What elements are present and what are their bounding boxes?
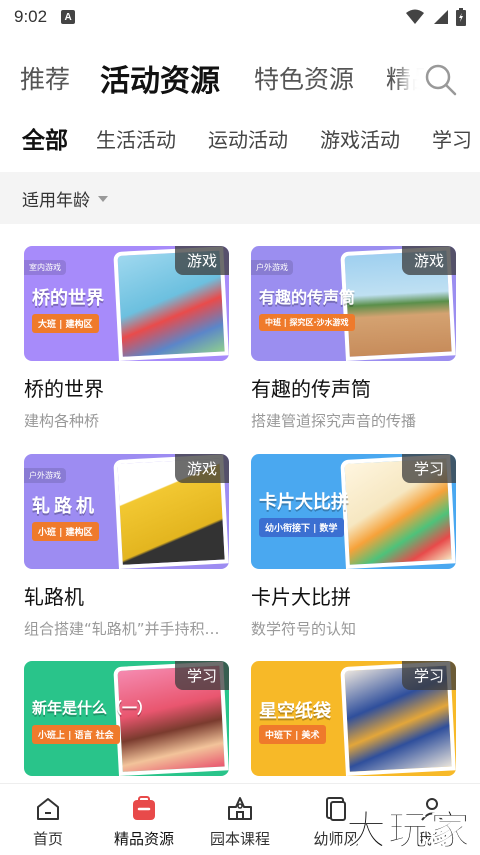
wifi-icon <box>406 9 424 24</box>
bag-icon <box>129 794 159 824</box>
top-category-tabs: 推荐 活动资源 特色资源 精品 <box>0 50 480 106</box>
resource-card[interactable]: 新年是什么（一） 小班上 | 语言 社会 学习 <box>24 661 229 776</box>
card-description: 建构各种桥 <box>24 412 100 430</box>
card-title: 卡片大比拼 <box>251 585 351 609</box>
subtab-sport[interactable]: 运动活动 <box>208 114 288 162</box>
age-filter-label: 适用年龄 <box>22 190 90 211</box>
nav-school-curriculum[interactable]: 园本课程 <box>192 784 288 855</box>
nav-label: 幼师风 <box>313 830 359 848</box>
poster-tag: 小班上 | 语言 社会 <box>32 725 120 744</box>
notification-icon: A <box>61 10 76 24</box>
poster-title: 新年是什么（一） <box>32 699 153 717</box>
nav-label: 我的 <box>416 830 447 848</box>
card-thumbnail: 户外游戏 轧路机 小班 | 建构区 游戏 <box>24 454 229 569</box>
type-badge: 游戏 <box>175 454 229 483</box>
card-thumbnail: 新年是什么（一） 小班上 | 语言 社会 学习 <box>24 661 229 776</box>
type-badge: 游戏 <box>402 246 456 275</box>
poster-corner-label: 户外游戏 <box>24 468 66 483</box>
card-thumbnail: 室内游戏 桥的世界 大班 | 建构区 游戏 <box>24 246 229 361</box>
resource-card[interactable]: 星空纸袋 中班下 | 美术 学习 <box>251 661 456 776</box>
poster-title: 星空纸袋 <box>259 701 331 722</box>
poster-title: 桥的世界 <box>32 288 104 309</box>
resource-card[interactable]: 户外游戏 有趣的传声筒 中班 | 探究区·沙水游戏 游戏 有趣的传声筒 搭建管道… <box>251 246 456 431</box>
poster-corner-label: 户外游戏 <box>251 260 293 275</box>
tab-activity-resources[interactable]: 活动资源 <box>100 50 220 106</box>
tab-featured-resources[interactable]: 特色资源 <box>254 50 354 106</box>
poster-tag: 中班下 | 美术 <box>259 725 326 744</box>
battery-icon <box>456 8 466 26</box>
user-icon <box>417 794 447 824</box>
resource-card[interactable]: 卡片大比拼 幼小衔接下 | 数学 学习 卡片大比拼 数学符号的认知 <box>251 454 456 639</box>
subtab-game[interactable]: 游戏活动 <box>320 114 400 162</box>
status-time: 9:02 <box>14 7 48 26</box>
card-title: 有趣的传声筒 <box>251 377 371 401</box>
search-icon <box>425 64 457 96</box>
nav-premium-resources[interactable]: 精品资源 <box>96 784 192 855</box>
nav-mine[interactable]: 我的 <box>384 784 480 855</box>
card-title: 桥的世界 <box>24 377 104 401</box>
poster-tag: 幼小衔接下 | 数学 <box>259 518 344 537</box>
status-icons <box>406 8 466 26</box>
card-thumbnail: 户外游戏 有趣的传声筒 中班 | 探究区·沙水游戏 游戏 <box>251 246 456 361</box>
nav-label: 精品资源 <box>113 830 174 848</box>
nav-teacher[interactable]: 幼师风 <box>288 784 384 855</box>
signal-icon <box>434 10 448 24</box>
subtab-study[interactable]: 学习 <box>432 114 472 162</box>
school-icon <box>225 794 255 824</box>
poster-tag: 小班 | 建构区 <box>32 522 99 541</box>
card-thumbnail: 卡片大比拼 幼小衔接下 | 数学 学习 <box>251 454 456 569</box>
tab-recommend[interactable]: 推荐 <box>20 50 70 106</box>
poster-corner-label: 室内游戏 <box>24 260 66 275</box>
card-title: 轧路机 <box>24 585 84 609</box>
bottom-navigation: 首页 精品资源 园本课程 幼师风 我的 <box>0 783 480 855</box>
poster-title: 轧路机 <box>32 496 98 517</box>
home-icon <box>33 794 63 824</box>
nav-label: 首页 <box>32 830 63 848</box>
book-icon <box>321 794 351 824</box>
search-button[interactable] <box>424 63 458 97</box>
type-badge: 学习 <box>402 661 456 690</box>
sub-category-tabs: 全部 生活活动 运动活动 游戏活动 学习 <box>0 114 480 162</box>
resource-card[interactable]: 室内游戏 桥的世界 大班 | 建构区 游戏 桥的世界 建构各种桥 <box>24 246 229 431</box>
caret-down-icon <box>98 196 108 202</box>
subtab-all[interactable]: 全部 <box>22 114 68 162</box>
type-badge: 学习 <box>402 454 456 483</box>
card-description: 组合搭建“轧路机”并手持积… <box>24 620 220 638</box>
status-bar: 9:02 A <box>0 0 480 34</box>
poster-title: 有趣的传声筒 <box>259 288 356 307</box>
card-description: 搭建管道探究声音的传播 <box>251 412 417 430</box>
subtab-life[interactable]: 生活活动 <box>96 114 176 162</box>
age-filter[interactable]: 适用年龄 <box>0 172 480 224</box>
nav-home[interactable]: 首页 <box>0 784 96 855</box>
poster-tag: 中班 | 探究区·沙水游戏 <box>259 314 355 331</box>
poster-tag: 大班 | 建构区 <box>32 314 99 333</box>
poster-title: 卡片大比拼 <box>259 492 349 513</box>
nav-label: 园本课程 <box>209 830 270 848</box>
type-badge: 游戏 <box>175 246 229 275</box>
card-thumbnail: 星空纸袋 中班下 | 美术 学习 <box>251 661 456 776</box>
resource-card[interactable]: 户外游戏 轧路机 小班 | 建构区 游戏 轧路机 组合搭建“轧路机”并手持积… <box>24 454 229 639</box>
card-description: 数学符号的认知 <box>251 620 357 638</box>
type-badge: 学习 <box>175 661 229 690</box>
